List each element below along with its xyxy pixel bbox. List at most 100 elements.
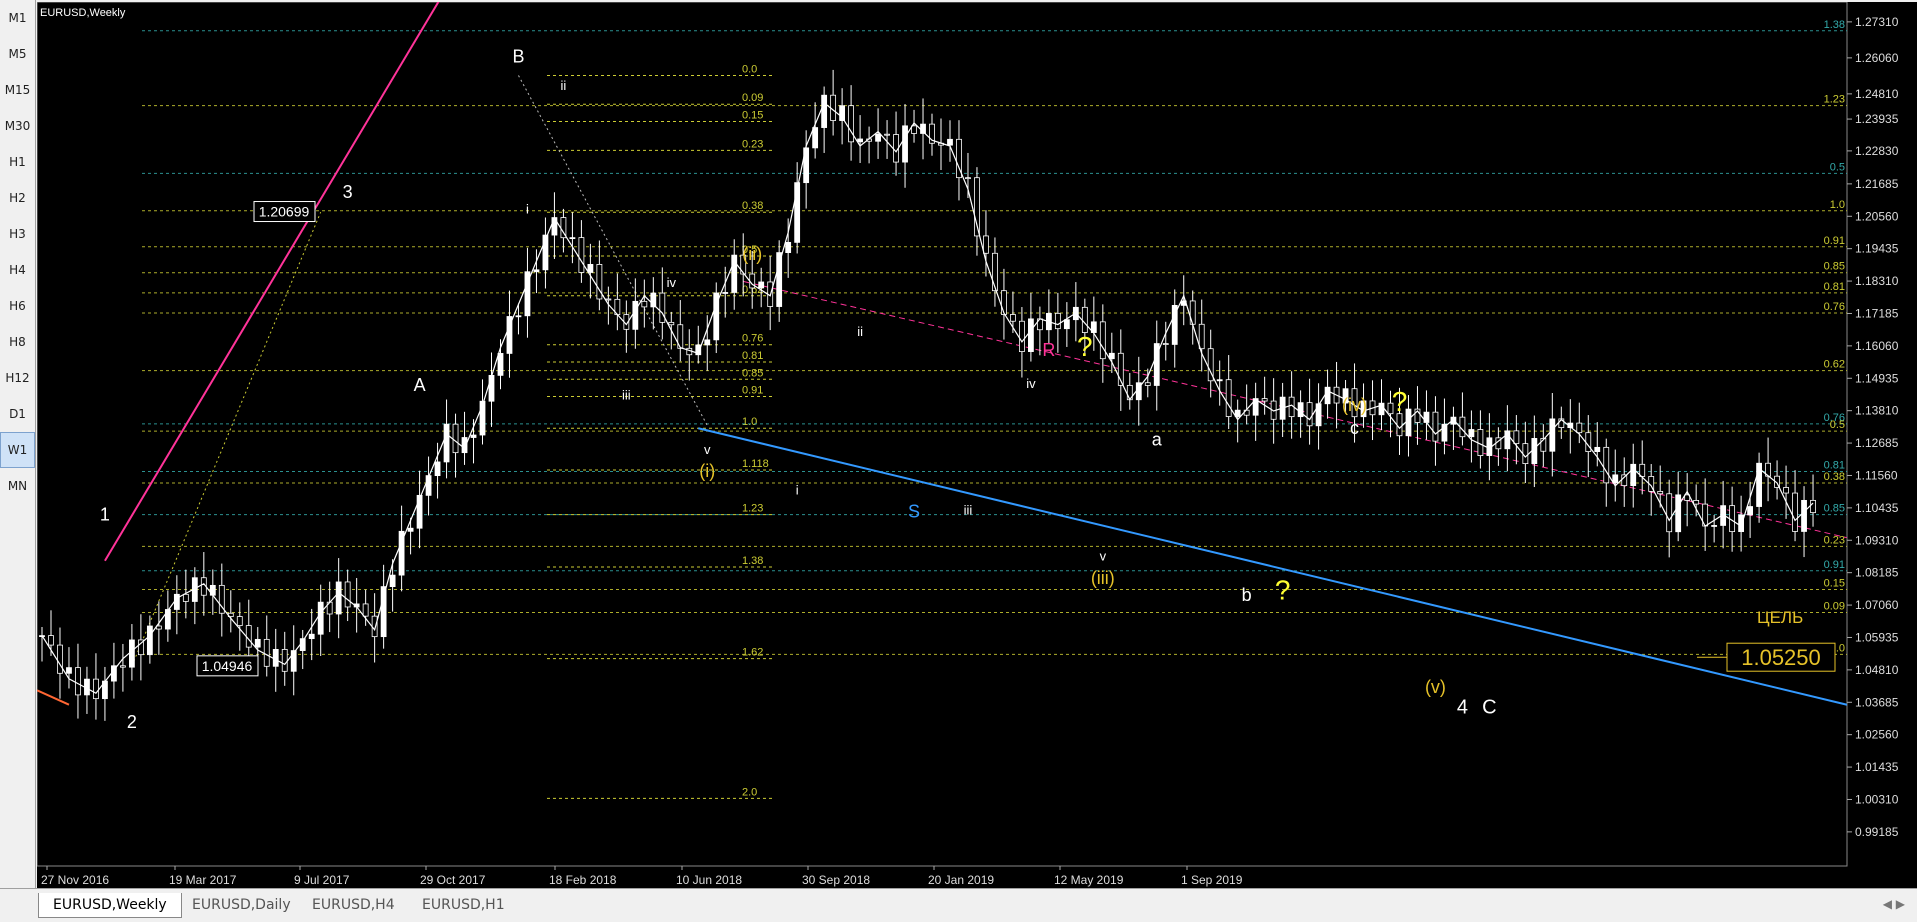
- fib-label-right: 0.81: [1824, 459, 1845, 471]
- candle-body: [245, 625, 252, 648]
- resistance-line[interactable]: [743, 280, 1848, 539]
- timeframe-m1-button[interactable]: M1: [0, 0, 35, 36]
- candle-body: [371, 615, 378, 638]
- fib-label-right: 0.91: [1824, 559, 1845, 571]
- chart-tab-4[interactable]: EURUSD,H1: [408, 893, 519, 917]
- tab-scroll-arrows-icon[interactable]: ◀ ▶: [1883, 897, 1905, 911]
- timeframe-h8-button[interactable]: H8: [0, 324, 35, 360]
- candle-body: [1216, 379, 1223, 382]
- wave-label: iii: [622, 387, 631, 402]
- y-tick-label: 1.22830: [1855, 144, 1899, 158]
- candle-body: [335, 581, 342, 615]
- wave-connector: [131, 212, 322, 667]
- trendline-magenta[interactable]: [104, 2, 456, 562]
- x-tick-label: 18 Feb 2018: [549, 873, 617, 887]
- candle-body: [272, 649, 279, 667]
- fib-label-left: 0.81: [742, 350, 763, 362]
- chart-tab-2[interactable]: EURUSD,Daily: [178, 893, 305, 917]
- fib-label-left: 0.91: [742, 385, 763, 397]
- y-tick-label: 1.02560: [1855, 728, 1899, 742]
- fib-label-left: 0.76: [742, 333, 763, 345]
- fib-label-right: 0.5: [1830, 161, 1845, 173]
- timeframe-d1-button[interactable]: D1: [0, 396, 35, 432]
- candle-body: [1108, 352, 1115, 360]
- wave-label: ?: [1077, 331, 1093, 362]
- fib-label-right: 1.38: [1824, 19, 1845, 31]
- chart-title: EURUSD,Weekly: [40, 7, 126, 19]
- candle-body: [1019, 320, 1025, 352]
- timeframe-mn-button[interactable]: MN: [0, 468, 35, 504]
- candle-body: [362, 603, 369, 617]
- y-tick-label: 1.03685: [1855, 695, 1899, 709]
- timeframe-m30-button[interactable]: M30: [0, 108, 35, 144]
- fib-label-right: 0.15: [1824, 578, 1845, 590]
- candle-body: [1792, 492, 1798, 532]
- fib-label-right: 0.62: [1824, 359, 1845, 371]
- timeframe-h2-button[interactable]: H2: [0, 180, 35, 216]
- wave-label: iv: [667, 275, 677, 290]
- candle-body: [911, 125, 917, 134]
- candle-body: [1513, 430, 1520, 445]
- candle-body: [1162, 343, 1169, 345]
- moving-average-line: [41, 101, 1814, 694]
- wave-label: ii: [561, 78, 567, 93]
- candle-body: [1594, 446, 1601, 452]
- x-tick-label: 30 Sep 2018: [802, 873, 870, 887]
- wave-label: ?: [1275, 575, 1291, 606]
- wave-label: (iii): [1091, 568, 1115, 588]
- candle-body: [263, 638, 270, 667]
- y-tick-label: 0.99185: [1855, 825, 1899, 839]
- y-tick-label: 1.09310: [1855, 533, 1899, 547]
- fib-label-right: 0.76: [1824, 301, 1845, 313]
- candle-body: [497, 353, 504, 376]
- candle-body: [1747, 506, 1753, 516]
- timeframe-h12-button[interactable]: H12: [0, 360, 35, 396]
- candle-body: [1468, 429, 1475, 438]
- x-tick-label: 10 Jun 2018: [676, 873, 742, 887]
- trendline-orange: [37, 689, 70, 706]
- timeframe-h3-button[interactable]: H3: [0, 216, 35, 252]
- fib-label-right: 1.0: [1830, 199, 1845, 211]
- candle-body: [659, 292, 666, 323]
- candle-body: [1144, 382, 1151, 386]
- candle-body: [875, 133, 881, 142]
- candle-body: [1477, 429, 1484, 456]
- candle-body: [1612, 474, 1619, 484]
- chart-tab-1[interactable]: EURUSD,Weekly: [38, 893, 182, 918]
- chart-area[interactable]: 1.27310 1.26060 1.24810 1.23935 1.22830 1.216…: [37, 2, 1917, 888]
- target-price-label: 1.05250: [1741, 645, 1821, 670]
- candle-body: [1630, 463, 1637, 487]
- timeframe-h4-button[interactable]: H4: [0, 252, 35, 288]
- candle-body: [308, 633, 315, 640]
- timeframe-w1-button[interactable]: W1: [0, 432, 35, 468]
- y-tick-label: 1.20560: [1855, 209, 1899, 223]
- candle-body: [1306, 402, 1313, 427]
- y-tick-label: 1.19435: [1855, 242, 1899, 256]
- candle-body: [1261, 398, 1268, 402]
- support-line[interactable]: [698, 427, 1848, 706]
- timeframe-m5-button[interactable]: M5: [0, 36, 35, 72]
- candle-body: [1432, 411, 1439, 442]
- fib-label-left: 1.118: [742, 458, 769, 470]
- y-tick-label: 1.08185: [1855, 566, 1899, 580]
- fib-label-right: 0.85: [1824, 261, 1845, 273]
- candle-body: [1738, 514, 1745, 533]
- timeframe-h1-button[interactable]: H1: [0, 144, 35, 180]
- wave-label: S: [908, 502, 920, 522]
- price-chart[interactable]: 1.27310 1.26060 1.24810 1.23935 1.22830 1.216…: [37, 2, 1917, 888]
- candle-body: [1225, 379, 1232, 417]
- candle-body: [317, 601, 324, 635]
- candle-body: [75, 667, 81, 696]
- candle-body: [1711, 525, 1718, 527]
- y-tick-label: 1.16060: [1855, 339, 1899, 353]
- timeframe-h6-button[interactable]: H6: [0, 288, 35, 324]
- chart-tab-3[interactable]: EURUSD,H4: [298, 893, 409, 917]
- wave-label: R: [1042, 340, 1055, 360]
- timeframe-m15-button[interactable]: M15: [0, 72, 35, 108]
- candle-body: [344, 581, 351, 608]
- wave-label: 1: [100, 504, 110, 524]
- candle-body: [902, 125, 908, 163]
- x-tick-label: 1 Sep 2019: [1181, 873, 1243, 887]
- fib-label-right: 0.5: [1830, 419, 1845, 431]
- candle-body: [1549, 418, 1556, 452]
